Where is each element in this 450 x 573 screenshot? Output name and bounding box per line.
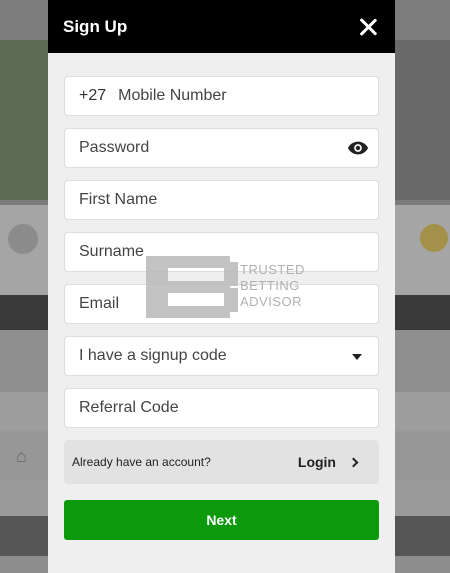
email-placeholder: Email: [79, 295, 120, 312]
login-label: Login: [297, 454, 336, 470]
referral-code-placeholder: Referral Code: [79, 399, 179, 416]
modal-header: Sign Up: [48, 0, 395, 53]
email-field[interactable]: Email: [64, 284, 379, 324]
next-button[interactable]: Next: [64, 500, 379, 540]
bg-left-banner: [0, 40, 48, 200]
signup-modal: Sign Up +27 Mobile Number Password First…: [48, 0, 395, 573]
signup-code-select[interactable]: I have a signup code: [64, 336, 379, 376]
referral-code-field[interactable]: Referral Code: [64, 388, 379, 428]
close-icon[interactable]: [359, 18, 377, 36]
first-name-placeholder: First Name: [79, 191, 158, 208]
surname-field[interactable]: Surname: [64, 232, 379, 272]
country-code-prefix: +27: [79, 87, 107, 104]
first-name-field[interactable]: First Name: [64, 180, 379, 220]
surname-placeholder: Surname: [79, 243, 144, 260]
caret-down-icon: [352, 354, 362, 360]
existing-account-question: Already have an account?: [72, 455, 211, 469]
mobile-number-field[interactable]: +27 Mobile Number: [64, 76, 379, 116]
password-field[interactable]: Password: [64, 128, 379, 168]
bg-right-banner: [395, 40, 450, 200]
signup-code-value: I have a signup code: [79, 347, 227, 364]
password-placeholder: Password: [79, 139, 150, 156]
bg-left-circle: [8, 224, 38, 254]
login-link[interactable]: Login: [297, 454, 359, 470]
modal-title: Sign Up: [63, 16, 128, 36]
chevron-right-icon: [348, 457, 359, 467]
bg-right-circle: [420, 224, 448, 252]
existing-account-box: Already have an account? Login: [64, 440, 379, 484]
signup-form: +27 Mobile Number Password First Name Su…: [48, 53, 395, 428]
home-icon: ⌂: [16, 446, 27, 466]
mobile-number-placeholder: Mobile Number: [118, 87, 227, 104]
eye-icon[interactable]: [347, 140, 369, 156]
